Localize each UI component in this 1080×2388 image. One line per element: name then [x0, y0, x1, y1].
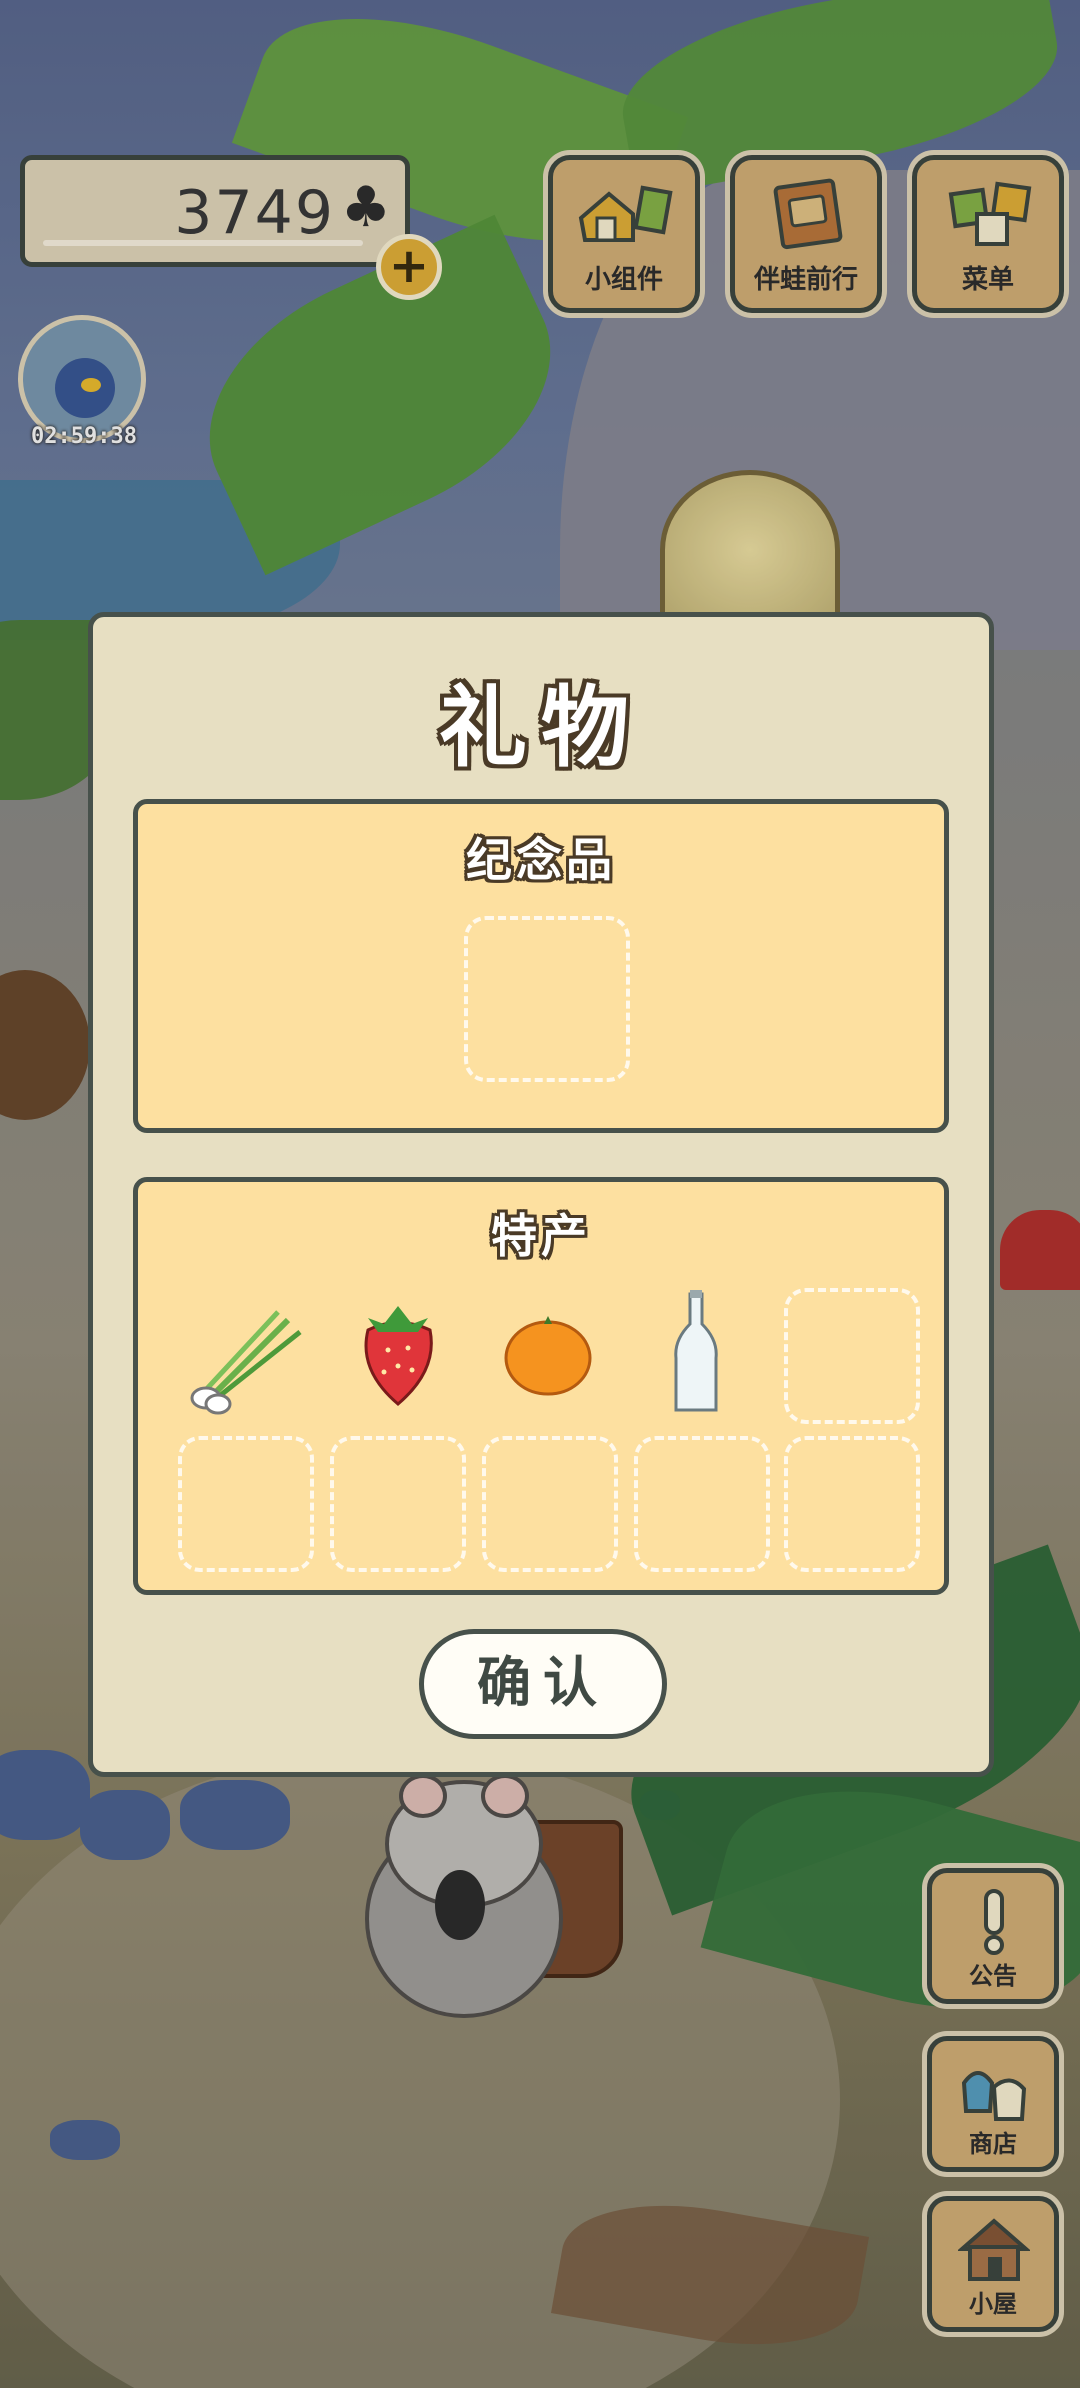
- specialty-slot[interactable]: [634, 1436, 770, 1572]
- souvenir-title: 纪念品: [466, 833, 616, 887]
- green-onion-icon[interactable]: [178, 1290, 308, 1420]
- dialog-title: 礼物: [438, 676, 643, 779]
- specialty-slot[interactable]: [330, 1436, 466, 1572]
- specialty-slot[interactable]: [784, 1436, 920, 1572]
- souvenir-panel: 纪念品: [133, 799, 949, 1133]
- souvenir-slot[interactable]: [464, 916, 630, 1082]
- specialty-slot[interactable]: [784, 1288, 920, 1424]
- glass-bottle-icon[interactable]: [666, 1288, 726, 1418]
- specialty-panel: 特产: [133, 1177, 949, 1595]
- orange-icon[interactable]: [498, 1304, 598, 1404]
- gift-dialog: 礼物 纪念品 特产 确认: [88, 612, 994, 1777]
- specialty-title: 特产: [491, 1209, 591, 1263]
- specialty-slot[interactable]: [482, 1436, 618, 1572]
- strawberry-icon[interactable]: [348, 1300, 448, 1410]
- specialty-slot[interactable]: [178, 1436, 314, 1572]
- confirm-button[interactable]: 确认: [419, 1629, 667, 1739]
